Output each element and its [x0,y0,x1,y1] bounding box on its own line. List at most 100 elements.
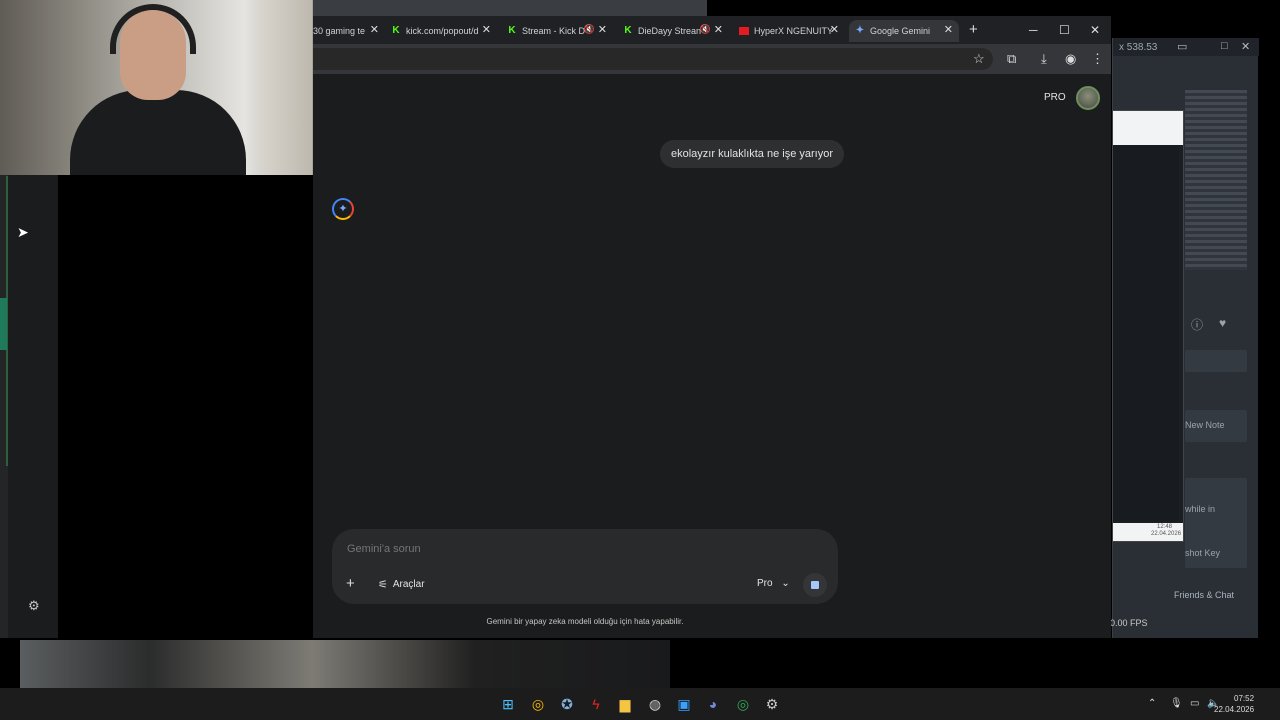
tab-stream-kick[interactable]: K Stream - Kick D 🔇 ✕ [507,20,607,42]
bg-browser-toolbar [1113,111,1183,145]
new-tab-icon[interactable]: + [969,21,978,38]
clock-time: 07:52 [1234,694,1255,703]
prompt-composer: + ⚟ Araçlar Pro ⌄ [332,529,838,604]
curtain [262,0,312,175]
bg-small-date: 22.04.2026 [1151,531,1182,537]
tab-strip: 30 gaming te ✕ K kick.com/popout/d ✕ K S… [313,16,1111,44]
pro-badge: PRO [1044,92,1066,103]
clock-date: 22.04.2026 [1214,705,1255,714]
tab-google-gemini[interactable]: ✦ Google Gemini ✕ [849,20,959,42]
kick-icon: K [508,25,516,36]
info-icon[interactable]: ⓘ [1191,316,1203,333]
user-message: ekolayzır kulaklıkta ne işe yarıyor [660,140,845,168]
close-icon[interactable]: ✕ [598,23,607,36]
mute-icon[interactable]: 🔇 [584,24,595,35]
headphones [110,4,196,54]
bg-maximize-button[interactable]: □ [1221,40,1228,52]
background-browser-window: 12:48 22.04.2026 [1112,110,1184,542]
close-icon[interactable]: ✕ [482,23,491,36]
model-selector[interactable]: Pro ⌄ [757,578,790,589]
close-icon[interactable]: ✕ [944,23,953,36]
tab-label: Google Gemini [870,26,931,36]
tab-label: 30 gaming te [313,26,366,36]
settings-gear-icon[interactable]: ⚙ [28,598,40,614]
extensions-icon[interactable]: ⧉ [1007,51,1016,67]
chevron-up-icon[interactable]: ⌃ [1148,698,1156,709]
browser-toolbar: ☆ ⧉ ⤓ ◉ ⋮ [313,44,1111,74]
minimize-icon[interactable]: ─ [1029,23,1038,37]
heart-icon[interactable]: ♥ [1219,316,1226,330]
add-icon[interactable]: + [346,575,355,592]
folder-icon[interactable]: ▆ [615,694,635,714]
disclaimer: Gemini bir yapay zeka modeli olduğu için… [486,617,684,626]
photos-icon[interactable]: ▣ [674,694,694,714]
tab-label: Stream - Kick D [522,26,586,36]
prompt-input[interactable] [347,543,727,555]
fps-counter: 0.00 FPS [1110,618,1148,628]
menu-kebab-icon[interactable]: ⋮ [1091,51,1104,67]
person-body [70,90,246,175]
address-bar[interactable] [313,48,993,70]
tab-gaming[interactable]: 30 gaming te ✕ [313,20,379,42]
tab-hyperx[interactable]: HyperX NGENUITY ✕ [739,20,839,42]
steam-icon[interactable]: ⚙ [762,694,782,714]
close-icon[interactable]: ✕ [370,23,379,36]
tab-kick-popout[interactable]: K kick.com/popout/d ✕ [391,20,491,42]
discord-icon[interactable]: ◕ [703,694,723,714]
mouse-cursor-icon: ➤ [17,224,29,240]
hyperx-app-icon[interactable]: ϟ [586,694,606,714]
download-icon[interactable]: ⤓ [1041,51,1047,67]
tab-label: kick.com/popout/d [406,26,479,36]
tab-label: HyperX NGENUITY [754,26,834,36]
bg-panel: while in shot Key [1185,478,1247,568]
tab-label: DieDayy Strean [638,26,702,36]
bookmark-star-icon[interactable]: ☆ [973,51,985,67]
network-icon[interactable]: ▭ [1190,698,1199,709]
model-label: Pro [757,578,773,589]
gemini-page: PRO ekolayzır kulaklıkta ne işe yarıyor … [313,74,1111,638]
microphone-icon[interactable]: 🎙 [1170,698,1183,709]
kick-icon: K [392,25,400,36]
avatar[interactable] [1076,86,1100,110]
bg-small-time: 12:48 [1157,524,1173,530]
taskbar: ⊞ ◎ ✪ ϟ ▆ ◍ ▣ ◕ ◎ ⚙ ⌃ 🎙 ▭ 🔈 07:52 22.04.… [0,688,1280,720]
webcam-overlay [0,0,313,175]
size-readout: x 538.53 [1119,42,1158,53]
clock[interactable]: 07:52 22.04.2026 [1214,693,1255,715]
gemini-icon: ✦ [855,25,865,36]
close-window-icon[interactable]: ✕ [1090,23,1100,37]
mute-icon[interactable]: 🔇 [700,24,711,35]
friends-chat-button[interactable]: Friends & Chat [1174,590,1234,600]
close-icon[interactable]: ✕ [830,23,839,36]
gemini-sidebar [8,174,58,638]
obs-icon[interactable]: ◍ [645,694,665,714]
chrome-active-icon[interactable]: ◎ [733,694,753,714]
equalizer-graphic [1185,90,1247,270]
dock-toggle-button[interactable] [0,298,7,350]
maximize-icon[interactable]: ☐ [1059,23,1070,37]
stop-button[interactable] [803,573,827,597]
chrome-window: 30 gaming te ✕ K kick.com/popout/d ✕ K S… [313,16,1111,638]
start-icon[interactable]: ⊞ [498,694,518,714]
stream-preview [20,640,670,688]
app-icon[interactable]: ✪ [557,694,577,714]
bg-browser-content [1113,145,1179,521]
close-icon[interactable]: ✕ [714,23,723,36]
tools-button[interactable]: ⚟ Araçlar [378,578,425,591]
tune-icon: ⚟ [378,579,388,591]
gemini-loading-icon: ✦ [332,198,354,220]
tab-diedayy[interactable]: K DieDayy Strean 🔇 ✕ [623,20,723,42]
tools-label: Araçlar [392,579,425,590]
hyperx-icon [739,27,749,35]
profile-icon[interactable]: ◉ [1065,51,1076,67]
bg-panel: New Note [1185,410,1247,442]
bg-close-button[interactable]: ✕ [1241,40,1250,53]
new-note-label[interactable]: New Note [1185,420,1225,430]
bg-panel [1185,350,1247,372]
bg-minimize-button[interactable]: ▭ [1177,40,1187,53]
bg-browser-taskbar: 12:48 22.04.2026 [1113,523,1183,541]
chrome-icon[interactable]: ◎ [528,694,548,714]
stop-icon [811,581,819,589]
kick-icon: K [624,25,632,36]
background-titlebar: x 538.53 ▭ □ ✕ [1113,38,1259,56]
